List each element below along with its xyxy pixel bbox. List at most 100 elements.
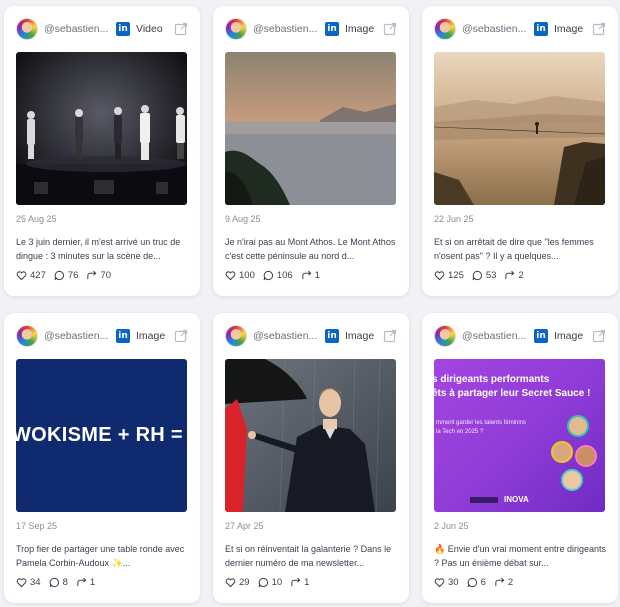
repost-icon — [505, 270, 515, 280]
post-date: 25 Aug 25 — [16, 214, 57, 224]
avatar — [434, 18, 456, 40]
reposts-stat: 70 — [86, 270, 111, 281]
heart-icon — [16, 578, 27, 588]
reposts-stat: 1 — [76, 577, 95, 588]
comments-stat: 6 — [467, 577, 486, 588]
comment-icon — [49, 577, 59, 588]
media-type-label: Image — [554, 330, 584, 342]
post-card[interactable]: @sebastien... in Video 25 Aug 25 Le 3 ju… — [4, 6, 200, 296]
post-header: @sebastien... in Image — [16, 325, 188, 347]
likes-stat: 29 — [225, 577, 250, 588]
comments-stat: 76 — [54, 270, 79, 281]
repost-icon — [77, 577, 87, 587]
external-link-icon[interactable] — [174, 329, 188, 343]
event-partner-strip — [470, 497, 498, 503]
post-date: 27 Apr 25 — [225, 521, 264, 531]
reposts-stat: 2 — [494, 577, 513, 588]
reposts-count: 2 — [507, 577, 514, 588]
post-card[interactable]: @sebastien... in Image s dirigeants perf… — [422, 313, 618, 603]
external-link-icon[interactable] — [592, 22, 606, 36]
post-card[interactable]: @sebastien... in Image 9 Aug 25 Je n'ira… — [213, 6, 409, 296]
comments-stat: 10 — [258, 577, 283, 588]
linkedin-icon: in — [534, 22, 548, 36]
post-stats: 29 10 1 — [225, 577, 317, 588]
comments-stat: 8 — [49, 577, 68, 588]
reposts-count: 1 — [89, 577, 96, 588]
comment-icon — [472, 270, 482, 281]
external-link-icon[interactable] — [383, 22, 397, 36]
post-image[interactable] — [225, 52, 396, 205]
post-stats: 34 8 1 — [16, 577, 103, 588]
likes-stat: 30 — [434, 577, 459, 588]
comments-stat: 53 — [472, 270, 497, 281]
reposts-stat: 2 — [504, 270, 524, 281]
reposts-stat: 1 — [301, 270, 320, 281]
image-banner-text: WOKISME + RH = ' — [16, 424, 187, 446]
media-type-label: Image — [136, 330, 166, 342]
comments-count: 6 — [480, 577, 486, 588]
likes-stat: 100 — [225, 270, 255, 281]
post-header: @sebastien... in Image — [225, 18, 397, 40]
author-handle: @sebastien... — [253, 23, 318, 35]
post-header: @sebastien... in Image — [225, 325, 397, 347]
external-link-icon[interactable] — [592, 329, 606, 343]
post-header: @sebastien... in Image — [434, 18, 606, 40]
comment-icon — [258, 577, 268, 588]
heart-icon — [434, 271, 445, 281]
comments-count: 10 — [271, 577, 283, 588]
linkedin-icon: in — [325, 329, 339, 343]
post-date: 22 Jun 25 — [434, 214, 474, 224]
media-type-label: Image — [554, 23, 584, 35]
comments-count: 76 — [67, 270, 79, 281]
post-caption: Je n'irai pas au Mont Athos. Le Mont Ath… — [225, 237, 396, 261]
post-header: @sebastien... in Image — [434, 325, 606, 347]
image-banner-text: s dirigeants performants êts à partager … — [434, 374, 591, 399]
post-card[interactable]: @sebastien... in Image 27 Apr 25 Et si o… — [213, 313, 409, 603]
external-link-icon[interactable] — [174, 22, 188, 36]
post-image[interactable] — [434, 52, 605, 205]
author-handle: @sebastien... — [44, 330, 109, 342]
likes-count: 100 — [239, 270, 255, 281]
post-caption: Et si on arrêtait de dire que "les femme… — [434, 237, 594, 261]
avatar — [16, 18, 38, 40]
post-image[interactable]: WOKISME + RH = ' — [16, 359, 187, 512]
media-type-label: Image — [345, 330, 375, 342]
likes-count: 34 — [30, 577, 41, 588]
likes-stat: 34 — [16, 577, 41, 588]
post-caption: Le 3 juin dernier, il m'est arrivé un tr… — [16, 237, 181, 261]
post-date: 2 Jun 25 — [434, 521, 469, 531]
repost-icon — [87, 270, 97, 280]
likes-count: 30 — [448, 577, 459, 588]
post-stats: 100 106 1 — [225, 270, 328, 281]
event-brand-logo: INOVA — [504, 495, 529, 504]
post-date: 9 Aug 25 — [225, 214, 261, 224]
comment-icon — [54, 270, 64, 281]
avatar — [16, 325, 38, 347]
avatar — [434, 325, 456, 347]
heart-icon — [225, 271, 236, 281]
reposts-count: 70 — [100, 270, 112, 281]
post-stats: 30 6 2 — [434, 577, 521, 588]
author-handle: @sebastien... — [253, 330, 318, 342]
likes-count: 427 — [30, 270, 46, 281]
post-caption: Et si on réinventait la galanterie ? Dan… — [225, 544, 392, 568]
post-image[interactable]: s dirigeants performants êts à partager … — [434, 359, 605, 512]
post-video-thumbnail[interactable] — [16, 52, 187, 205]
post-card[interactable]: @sebastien... in Image WOKISME + RH = ' … — [4, 313, 200, 603]
heart-icon — [434, 578, 445, 588]
post-card[interactable]: @sebastien... in Image 22 Jun 25 Et si o… — [422, 6, 618, 296]
heart-icon — [225, 578, 236, 588]
post-date: 17 Sep 25 — [16, 521, 58, 531]
post-image[interactable] — [225, 359, 396, 512]
post-caption: Trop fier de partager une table ronde av… — [16, 544, 185, 568]
speaker-photos — [549, 415, 601, 495]
comment-icon — [467, 577, 477, 588]
comments-count: 8 — [62, 577, 68, 588]
repost-icon — [302, 270, 312, 280]
comments-count: 53 — [485, 270, 497, 281]
avatar — [225, 325, 247, 347]
image-banner-subtext: mment garder les talents féminins la Tec… — [436, 420, 527, 435]
reposts-stat: 1 — [290, 577, 309, 588]
linkedin-icon: in — [325, 22, 339, 36]
external-link-icon[interactable] — [383, 329, 397, 343]
